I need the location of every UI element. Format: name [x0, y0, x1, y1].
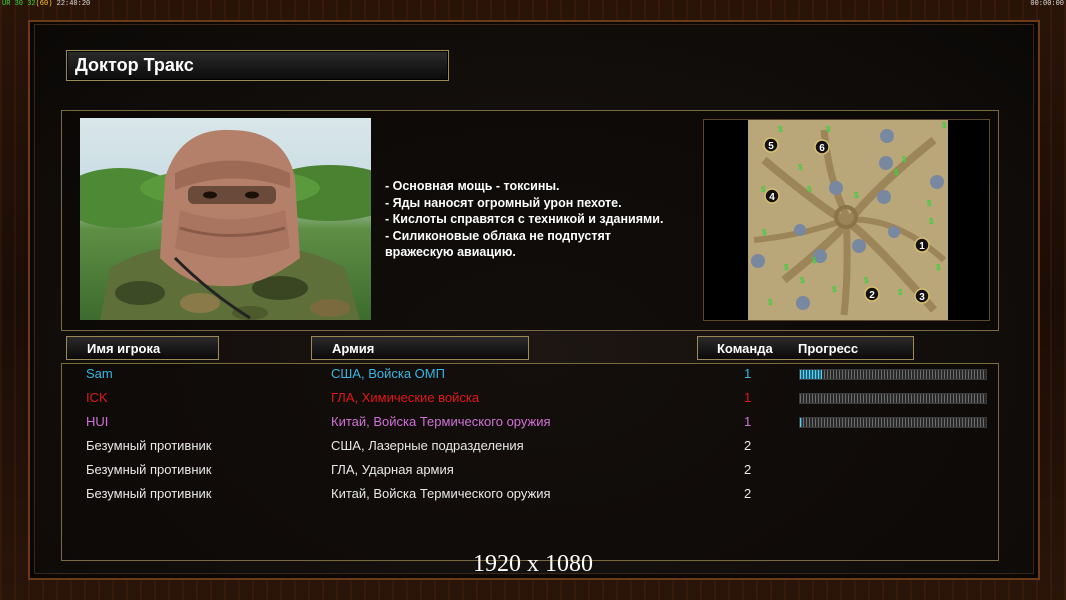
svg-text:$: $ — [894, 168, 899, 177]
fps-overlay: UR 30 32(60) 22:40:20 — [2, 0, 90, 8]
player-team: 1 — [744, 366, 752, 381]
svg-text:$: $ — [784, 263, 789, 272]
svg-text:$: $ — [800, 276, 805, 285]
player-army: ГЛА, Ударная армия — [331, 462, 454, 477]
general-title-box: Доктор Тракс — [66, 50, 449, 81]
svg-text:$: $ — [854, 191, 859, 200]
player-army: США, Войска ОМП — [331, 366, 445, 381]
player-name: Безумный противник — [86, 486, 212, 501]
general-description: - Основная мощь - токсины. - Яды наносят… — [385, 178, 705, 261]
header-army: Армия — [311, 336, 529, 360]
resolution-watermark: 1920 x 1080 — [473, 551, 593, 577]
map-preview-image: $ $$ $$$ $$$ $$$ $$$ $$$ $$ 5 6 4 1 2 3 — [704, 120, 989, 320]
description-line: - Силиконовые облака не подпустят — [385, 228, 611, 243]
description-line: - Кислоты справятся с техникой и зданиям… — [385, 212, 664, 226]
svg-text:$: $ — [942, 121, 947, 130]
player-army: ГЛА, Химические войска — [331, 390, 480, 405]
player-row: ICK ГЛА, Химические войска 1 — [0, 389, 1066, 413]
portrait-image — [80, 129, 371, 320]
player-row: HUI Китай, Войска Термического оружия 1 — [0, 413, 1066, 437]
map-preview: $ $ $ $ $ $ $ $ $ $ $ $ $ $ $ $ $ $ $ $ 5 6 4 1 2 3 — [703, 119, 990, 321]
player-name: Sam — [86, 366, 113, 381]
loading-progress-bar — [799, 369, 987, 380]
svg-text:$: $ — [798, 163, 803, 172]
general-name: Доктор Тракс — [75, 55, 194, 75]
start-position-label: 6 — [819, 143, 825, 154]
player-team: 1 — [744, 390, 752, 405]
description-line: вражескую авиацию. — [385, 245, 516, 259]
player-name: ICK — [86, 390, 108, 405]
start-position-label: 3 — [919, 292, 925, 303]
header-team: Команда — [717, 341, 773, 356]
svg-text:$: $ — [826, 125, 831, 134]
player-name: Безумный противник — [86, 438, 212, 453]
start-position-label: 4 — [769, 192, 775, 203]
timer-overlay: 00:00:00 — [1030, 0, 1064, 8]
clock-readout: 22:40:20 — [56, 0, 91, 8]
svg-text:$: $ — [929, 217, 934, 226]
player-army: Китай, Войска Термического оружия — [331, 414, 551, 429]
player-team: 2 — [744, 462, 752, 477]
description-line: - Основная мощь - токсины. — [385, 179, 560, 193]
player-name: HUI — [86, 414, 109, 429]
player-row: Sam США, Войска ОМП 1 — [0, 365, 1066, 389]
player-team: 2 — [744, 486, 752, 501]
header-team-progress: Команда Прогресс — [697, 336, 914, 360]
start-position-label: 2 — [869, 290, 875, 301]
player-team: 1 — [744, 414, 752, 429]
header-player-name: Имя игрока — [66, 336, 219, 360]
fps-readout: UR 30 32 — [2, 0, 36, 8]
fps-cap: (60) — [35, 0, 53, 8]
progress-fill — [800, 370, 823, 379]
player-row: Безумный противник Китай, Войска Термиче… — [0, 485, 1066, 509]
svg-text:$: $ — [807, 185, 812, 194]
player-army: США, Лазерные подразделения — [331, 438, 524, 453]
player-team: 2 — [744, 438, 752, 453]
player-name: Безумный противник — [86, 462, 212, 477]
progress-fill — [800, 418, 802, 427]
svg-text:$: $ — [864, 276, 869, 285]
player-army: Китай, Войска Термического оружия — [331, 486, 551, 501]
svg-text:$: $ — [832, 285, 837, 294]
general-portrait — [80, 118, 371, 320]
description-line: - Яды наносят огромный урон пехоте. — [385, 195, 622, 210]
svg-text:$: $ — [898, 288, 903, 297]
svg-text:$: $ — [936, 263, 941, 272]
loading-progress-bar — [799, 417, 987, 428]
header-progress: Прогресс — [798, 341, 859, 356]
svg-text:$: $ — [927, 199, 932, 208]
svg-text:$: $ — [762, 228, 767, 237]
svg-text:$: $ — [902, 155, 907, 164]
loading-progress-bar — [799, 393, 987, 404]
svg-text:$: $ — [768, 298, 773, 307]
svg-text:$: $ — [778, 125, 783, 134]
player-row: Безумный противник США, Лазерные подразд… — [0, 437, 1066, 461]
svg-text:$: $ — [812, 256, 817, 265]
start-position-label: 5 — [768, 141, 774, 152]
start-position-label: 1 — [919, 241, 925, 252]
player-row: Безумный противник ГЛА, Ударная армия 2 — [0, 461, 1066, 485]
